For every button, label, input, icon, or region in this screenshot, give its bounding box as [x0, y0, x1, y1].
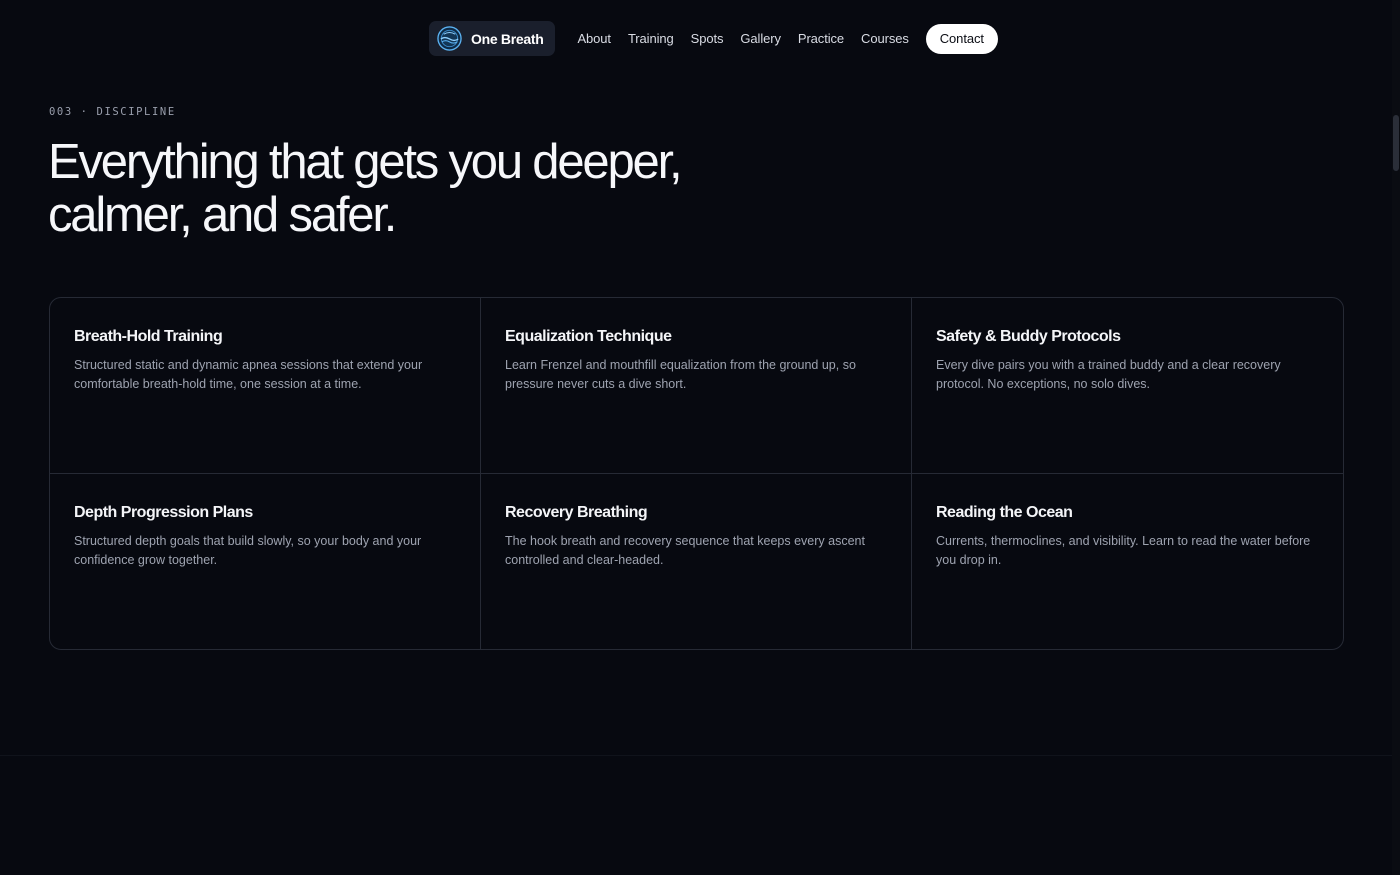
- nav-link-spots[interactable]: Spots: [691, 31, 724, 46]
- feature-title: Depth Progression Plans: [74, 503, 253, 521]
- feature-title: Safety & Buddy Protocols: [936, 328, 1121, 345]
- nav-link-about[interactable]: About: [577, 31, 611, 46]
- top-nav: One Breath About Training Spots Gallery …: [429, 21, 998, 56]
- feature-card: Reading the Ocean Currents, thermoclines…: [912, 474, 1343, 650]
- headline-line-1: Everything that gets you deeper,: [48, 135, 683, 189]
- wave-circle-icon: [437, 26, 462, 51]
- feature-card: Recovery Breathing The hook breath and r…: [481, 473, 912, 649]
- feature-description: Every dive pairs you with a trained budd…: [936, 358, 1281, 391]
- feature-card: Depth Progression Plans Structured depth…: [50, 473, 481, 649]
- feature-card: Safety & Buddy Protocols Every dive pair…: [912, 298, 1343, 474]
- section-headline: Everything that gets you deeper, calmer,…: [48, 136, 768, 242]
- nav-links: About Training Spots Gallery Practice Co…: [577, 23, 998, 54]
- feature-description: Learn Frenzel and mouthfill equalization…: [505, 358, 856, 391]
- feature-description: Structured depth goals that build slowly…: [74, 533, 422, 567]
- scrollbar-thumb[interactable]: [1393, 115, 1399, 171]
- nav-link-training[interactable]: Training: [628, 31, 674, 46]
- contact-button[interactable]: Contact: [925, 23, 998, 54]
- feature-description: The hook breath and recovery sequence th…: [505, 533, 865, 567]
- section-divider: [0, 755, 1392, 756]
- feature-title: Breath-Hold Training: [74, 328, 223, 345]
- feature-title: Reading the Ocean: [936, 503, 1073, 521]
- nav-link-gallery[interactable]: Gallery: [740, 31, 781, 46]
- feature-title: Recovery Breathing: [505, 503, 648, 521]
- brand-home-link[interactable]: One Breath: [429, 21, 556, 56]
- page: One Breath About Training Spots Gallery …: [0, 0, 1400, 875]
- feature-card: Equalization Technique Learn Frenzel and…: [481, 298, 912, 474]
- feature-title: Equalization Technique: [505, 328, 672, 345]
- section-eyebrow: 003 · DISCIPLINE: [49, 106, 176, 118]
- headline-line-2: calmer, and safer.: [48, 188, 397, 242]
- page-scrollbar[interactable]: [1392, 0, 1400, 875]
- feature-grid: Breath-Hold Training Structured static a…: [49, 297, 1344, 650]
- feature-card: Breath-Hold Training Structured static a…: [50, 298, 481, 474]
- nav-link-courses[interactable]: Courses: [861, 31, 909, 46]
- feature-description: Structured static and dynamic apnea sess…: [74, 358, 423, 391]
- brand-name: One Breath: [471, 30, 544, 47]
- nav-link-practice[interactable]: Practice: [798, 31, 844, 46]
- feature-description: Currents, thermoclines, and visibility. …: [936, 533, 1311, 567]
